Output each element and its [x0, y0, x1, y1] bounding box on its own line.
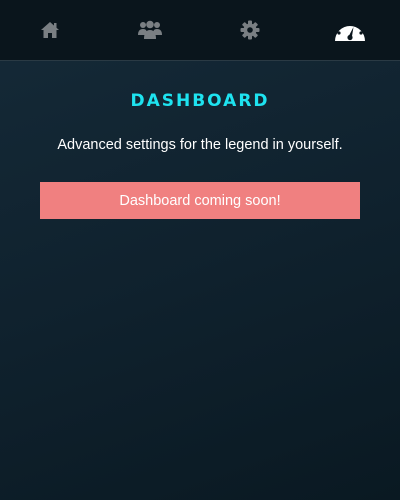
top-navigation-bar	[0, 0, 400, 61]
nav-item-settings[interactable]	[200, 0, 300, 60]
users-icon	[138, 20, 162, 39]
nav-item-users[interactable]	[100, 0, 200, 60]
gear-icon	[240, 20, 260, 40]
nav-item-dashboard[interactable]	[300, 0, 400, 60]
page-title: DASHBOARD	[130, 91, 270, 111]
page-subtitle: Advanced settings for the legend in your…	[57, 137, 343, 153]
dashboard-gauge-icon	[335, 20, 365, 41]
main-content: DASHBOARD Advanced settings for the lege…	[0, 61, 400, 500]
nav-item-home[interactable]	[0, 0, 100, 60]
home-icon	[41, 22, 59, 38]
coming-soon-alert: Dashboard coming soon!	[40, 182, 360, 219]
